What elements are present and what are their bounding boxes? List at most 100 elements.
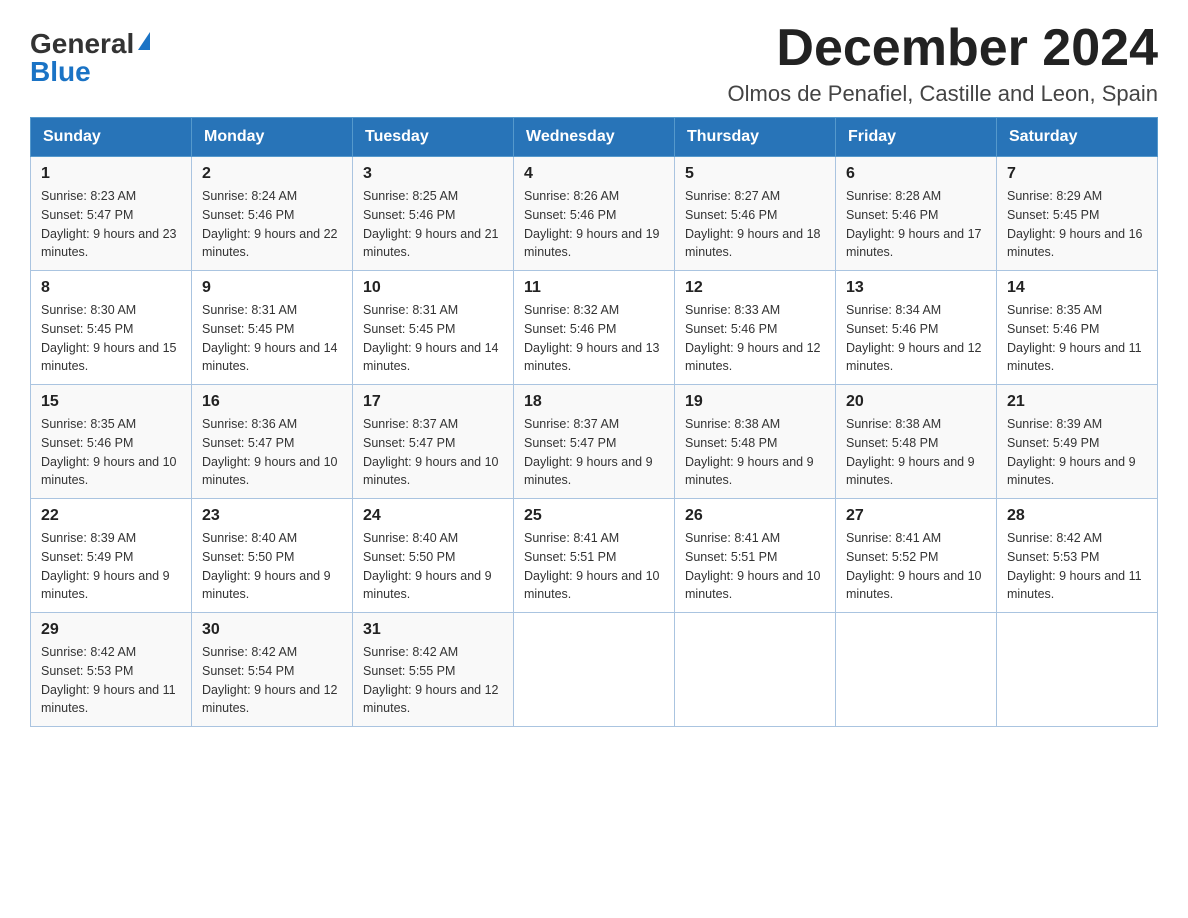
day-number: 19 [685, 393, 825, 411]
calendar-cell: 11Sunrise: 8:32 AMSunset: 5:46 PMDayligh… [514, 271, 675, 385]
day-number: 10 [363, 279, 503, 297]
day-number: 20 [846, 393, 986, 411]
calendar-cell: 19 Sunrise: 8:38 AMSunset: 5:48 PMDayligh… [675, 385, 836, 499]
calendar-week-row: 29 Sunrise: 8:42 AMSunset: 5:53 PMDayligh… [31, 613, 1158, 727]
day-info: Sunrise: 8:25 AMSunset: 5:46 PMDaylight:… [363, 187, 503, 262]
day-number: 29 [41, 621, 181, 639]
calendar-cell: 13 Sunrise: 8:34 AMSunset: 5:46 PMDayligh… [836, 271, 997, 385]
day-number: 3 [363, 165, 503, 183]
calendar-cell: 18 Sunrise: 8:37 AMSunset: 5:47 PMDayligh… [514, 385, 675, 499]
logo-general: General [30, 30, 134, 58]
calendar-cell: 23 Sunrise: 8:40 AMSunset: 5:50 PMDayligh… [192, 499, 353, 613]
calendar-cell: 4 Sunrise: 8:26 AMSunset: 5:46 PMDaylight… [514, 157, 675, 271]
calendar-cell: 26 Sunrise: 8:41 AMSunset: 5:51 PMDayligh… [675, 499, 836, 613]
day-number: 25 [524, 507, 664, 525]
day-number: 27 [846, 507, 986, 525]
day-info: Sunrise: 8:37 AMSunset: 5:47 PMDaylight:… [524, 415, 664, 490]
header-wednesday: Wednesday [514, 118, 675, 157]
month-title: December 2024 [728, 20, 1158, 77]
page-header: General Blue December 2024 Olmos de Pena… [30, 20, 1158, 107]
day-info: Sunrise: 8:31 AMSunset: 5:45 PMDaylight:… [202, 301, 342, 376]
day-number: 18 [524, 393, 664, 411]
day-info: Sunrise: 8:23 AMSunset: 5:47 PMDaylight:… [41, 187, 181, 262]
calendar-cell: 15Sunrise: 8:35 AMSunset: 5:46 PMDayligh… [31, 385, 192, 499]
calendar-cell: 1 Sunrise: 8:23 AMSunset: 5:47 PMDaylight… [31, 157, 192, 271]
calendar-cell: 14 Sunrise: 8:35 AMSunset: 5:46 PMDayligh… [997, 271, 1158, 385]
calendar-cell: 16 Sunrise: 8:36 AMSunset: 5:47 PMDayligh… [192, 385, 353, 499]
calendar-cell: 5Sunrise: 8:27 AMSunset: 5:46 PMDaylight… [675, 157, 836, 271]
calendar-week-row: 15Sunrise: 8:35 AMSunset: 5:46 PMDayligh… [31, 385, 1158, 499]
day-number: 13 [846, 279, 986, 297]
calendar-cell: 6Sunrise: 8:28 AMSunset: 5:46 PMDaylight… [836, 157, 997, 271]
calendar-cell [836, 613, 997, 727]
day-number: 26 [685, 507, 825, 525]
header-friday: Friday [836, 118, 997, 157]
day-info: Sunrise: 8:34 AMSunset: 5:46 PMDaylight:… [846, 301, 986, 376]
day-number: 4 [524, 165, 664, 183]
day-info: Sunrise: 8:40 AMSunset: 5:50 PMDaylight:… [202, 529, 342, 604]
location-subtitle: Olmos de Penafiel, Castille and Leon, Sp… [728, 81, 1158, 107]
day-number: 12 [685, 279, 825, 297]
day-number: 30 [202, 621, 342, 639]
day-info: Sunrise: 8:35 AMSunset: 5:46 PMDaylight:… [1007, 301, 1147, 376]
day-info: Sunrise: 8:38 AMSunset: 5:48 PMDaylight:… [685, 415, 825, 490]
day-info: Sunrise: 8:30 AMSunset: 5:45 PMDaylight:… [41, 301, 181, 376]
calendar-week-row: 1 Sunrise: 8:23 AMSunset: 5:47 PMDaylight… [31, 157, 1158, 271]
logo-triangle-icon [138, 32, 150, 50]
day-number: 23 [202, 507, 342, 525]
day-info: Sunrise: 8:27 AMSunset: 5:46 PMDaylight:… [685, 187, 825, 262]
day-info: Sunrise: 8:26 AMSunset: 5:46 PMDaylight:… [524, 187, 664, 262]
title-area: December 2024 Olmos de Penafiel, Castill… [728, 20, 1158, 107]
calendar-cell: 24Sunrise: 8:40 AMSunset: 5:50 PMDayligh… [353, 499, 514, 613]
day-info: Sunrise: 8:29 AMSunset: 5:45 PMDaylight:… [1007, 187, 1147, 262]
logo: General Blue [30, 30, 150, 86]
calendar-cell: 22Sunrise: 8:39 AMSunset: 5:49 PMDayligh… [31, 499, 192, 613]
calendar-cell: 7 Sunrise: 8:29 AMSunset: 5:45 PMDaylight… [997, 157, 1158, 271]
header-tuesday: Tuesday [353, 118, 514, 157]
calendar-week-row: 8 Sunrise: 8:30 AMSunset: 5:45 PMDaylight… [31, 271, 1158, 385]
calendar-cell: 25Sunrise: 8:41 AMSunset: 5:51 PMDayligh… [514, 499, 675, 613]
day-info: Sunrise: 8:42 AMSunset: 5:53 PMDaylight:… [1007, 529, 1147, 604]
day-info: Sunrise: 8:41 AMSunset: 5:51 PMDaylight:… [685, 529, 825, 604]
day-info: Sunrise: 8:33 AMSunset: 5:46 PMDaylight:… [685, 301, 825, 376]
day-info: Sunrise: 8:42 AMSunset: 5:53 PMDaylight:… [41, 643, 181, 718]
day-number: 28 [1007, 507, 1147, 525]
calendar-week-row: 22Sunrise: 8:39 AMSunset: 5:49 PMDayligh… [31, 499, 1158, 613]
day-number: 7 [1007, 165, 1147, 183]
calendar-cell: 21 Sunrise: 8:39 AMSunset: 5:49 PMDayligh… [997, 385, 1158, 499]
day-info: Sunrise: 8:42 AMSunset: 5:55 PMDaylight:… [363, 643, 503, 718]
header-sunday: Sunday [31, 118, 192, 157]
calendar-cell [997, 613, 1158, 727]
day-number: 14 [1007, 279, 1147, 297]
calendar-cell: 10 Sunrise: 8:31 AMSunset: 5:45 PMDayligh… [353, 271, 514, 385]
day-info: Sunrise: 8:28 AMSunset: 5:46 PMDaylight:… [846, 187, 986, 262]
day-number: 11 [524, 279, 664, 297]
day-number: 16 [202, 393, 342, 411]
calendar-cell: 20 Sunrise: 8:38 AMSunset: 5:48 PMDayligh… [836, 385, 997, 499]
day-number: 1 [41, 165, 181, 183]
calendar-cell: 3 Sunrise: 8:25 AMSunset: 5:46 PMDaylight… [353, 157, 514, 271]
calendar-cell: 12 Sunrise: 8:33 AMSunset: 5:46 PMDayligh… [675, 271, 836, 385]
day-info: Sunrise: 8:38 AMSunset: 5:48 PMDaylight:… [846, 415, 986, 490]
day-info: Sunrise: 8:24 AMSunset: 5:46 PMDaylight:… [202, 187, 342, 262]
day-number: 15 [41, 393, 181, 411]
header-monday: Monday [192, 118, 353, 157]
day-number: 31 [363, 621, 503, 639]
header-thursday: Thursday [675, 118, 836, 157]
day-info: Sunrise: 8:39 AMSunset: 5:49 PMDaylight:… [41, 529, 181, 604]
day-info: Sunrise: 8:42 AMSunset: 5:54 PMDaylight:… [202, 643, 342, 718]
day-info: Sunrise: 8:37 AMSunset: 5:47 PMDaylight:… [363, 415, 503, 490]
calendar-cell [675, 613, 836, 727]
calendar-cell: 28 Sunrise: 8:42 AMSunset: 5:53 PMDayligh… [997, 499, 1158, 613]
day-number: 21 [1007, 393, 1147, 411]
calendar-cell: 27Sunrise: 8:41 AMSunset: 5:52 PMDayligh… [836, 499, 997, 613]
day-info: Sunrise: 8:39 AMSunset: 5:49 PMDaylight:… [1007, 415, 1147, 490]
day-info: Sunrise: 8:31 AMSunset: 5:45 PMDaylight:… [363, 301, 503, 376]
day-info: Sunrise: 8:36 AMSunset: 5:47 PMDaylight:… [202, 415, 342, 490]
header-saturday: Saturday [997, 118, 1158, 157]
calendar-cell: 17Sunrise: 8:37 AMSunset: 5:47 PMDayligh… [353, 385, 514, 499]
calendar-cell: 9Sunrise: 8:31 AMSunset: 5:45 PMDaylight… [192, 271, 353, 385]
day-number: 8 [41, 279, 181, 297]
calendar-cell [514, 613, 675, 727]
calendar-cell: 30 Sunrise: 8:42 AMSunset: 5:54 PMDayligh… [192, 613, 353, 727]
